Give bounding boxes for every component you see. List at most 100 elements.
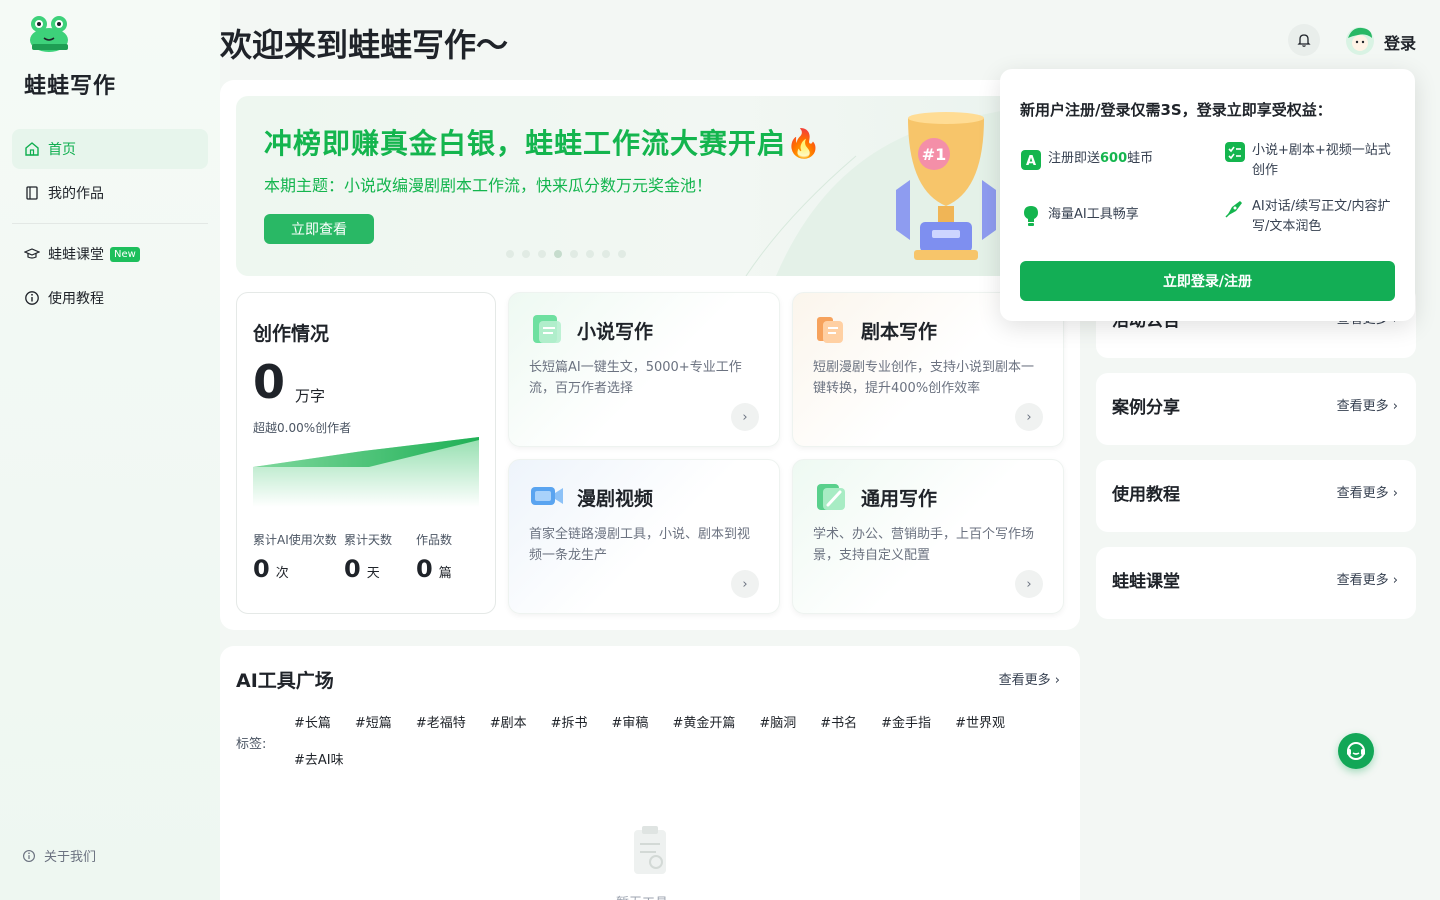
chevron-right-icon[interactable]: › bbox=[731, 570, 759, 598]
about-us-link[interactable]: 关于我们 bbox=[22, 846, 96, 865]
carousel-dots bbox=[506, 250, 626, 258]
benefit-ai-writing: AI对话/续写正文/内容扩写/文本润色 bbox=[1224, 197, 1399, 237]
tag-item[interactable]: #金手指 bbox=[881, 714, 931, 733]
card-desc: 长短篇AI一键生文，5000+专业工作流，百万作者选择 bbox=[529, 360, 742, 396]
card-title: 剧本写作 bbox=[861, 321, 938, 343]
lightbulb-icon bbox=[1024, 206, 1038, 226]
carousel-dot[interactable] bbox=[522, 250, 530, 258]
info-icon bbox=[23, 849, 35, 862]
svg-text:A: A bbox=[1026, 154, 1036, 169]
script-icon bbox=[817, 317, 843, 343]
carousel-dot[interactable] bbox=[602, 250, 610, 258]
headset-icon bbox=[1347, 742, 1365, 760]
login-button[interactable]: 登录 bbox=[1384, 30, 1416, 54]
exceed-ratio: 超越0.00%创作者 bbox=[253, 421, 352, 435]
chevron-right-icon[interactable]: › bbox=[731, 403, 759, 431]
customer-service-button[interactable] bbox=[1338, 733, 1374, 769]
carousel-dot[interactable] bbox=[570, 250, 578, 258]
tag-item[interactable]: #脑洞 bbox=[759, 714, 796, 733]
view-more-link[interactable]: 查看更多 › bbox=[1337, 569, 1398, 588]
view-more-link[interactable]: 查看更多 › bbox=[1337, 482, 1398, 501]
pen-icon bbox=[817, 484, 845, 510]
carousel-dot[interactable] bbox=[506, 250, 514, 258]
carousel-dot[interactable] bbox=[618, 250, 626, 258]
banner-title: 冲榜即赚真金白银，蛙蛙工作流大赛开启🔥 bbox=[264, 127, 822, 160]
benefit-tools: 海量AI工具畅享 bbox=[1020, 205, 1210, 227]
letter-a-icon: A bbox=[1021, 150, 1041, 170]
ai-tools-plaza: AI工具广场 查看更多 › 标签: #长篇 #短篇 #老福特 #剧本 #拆书 #… bbox=[220, 646, 1080, 900]
carousel-dot[interactable] bbox=[538, 250, 546, 258]
tag-item[interactable]: #黄金开篇 bbox=[672, 714, 735, 733]
sidebar-item-tutorial[interactable]: 使用教程 bbox=[12, 278, 208, 318]
ai-usage-label: 累计AI使用次数 bbox=[253, 533, 337, 547]
sidebar-item-label: 使用教程 bbox=[48, 291, 104, 307]
tag-item[interactable]: #去AI味 bbox=[294, 751, 344, 770]
home-icon bbox=[25, 142, 39, 156]
sidebar: 蛙蛙写作 首页 我的作品 蛙蛙课堂 New 使用教程 关于我们 bbox=[0, 0, 220, 900]
general-writing-card[interactable]: 通用写作 学术、办公、营销助手，上百个写作场景，支持自定义配置 › bbox=[792, 459, 1064, 614]
tag-item[interactable]: #剧本 bbox=[490, 714, 527, 733]
classroom-card[interactable]: 蛙蛙课堂 查看更多 › bbox=[1096, 547, 1416, 619]
graduation-cap-icon bbox=[24, 248, 40, 259]
sidebar-item-label: 我的作品 bbox=[48, 186, 104, 202]
sidebar-item-home[interactable]: 首页 bbox=[12, 129, 208, 169]
tag-item[interactable]: #短篇 bbox=[355, 714, 392, 733]
tag-item[interactable]: #长篇 bbox=[294, 714, 331, 733]
benefit-coins: A 注册即送600蛙币 bbox=[1020, 149, 1210, 171]
avatar[interactable] bbox=[1344, 24, 1376, 56]
works-label: 作品数 bbox=[416, 533, 453, 547]
card-desc: 短剧漫剧专业创作，支持小说到剧本一键转换，提升400%创作效率 bbox=[813, 360, 1035, 396]
trophy-icon: #1 bbox=[896, 112, 996, 260]
chevron-right-icon[interactable]: › bbox=[1015, 570, 1043, 598]
empty-state-text: 暂无工具 bbox=[616, 892, 668, 900]
card-title: 案例分享 bbox=[1112, 398, 1180, 418]
chevron-right-icon[interactable]: › bbox=[1015, 403, 1043, 431]
benefit-one-stop: 小说+剧本+视频一站式创作 bbox=[1224, 141, 1399, 181]
empty-clipboard-icon bbox=[634, 826, 666, 874]
notification-button[interactable] bbox=[1288, 24, 1320, 56]
brand-name: 蛙蛙写作 bbox=[24, 74, 117, 99]
promo-banner[interactable]: 冲榜即赚真金白银，蛙蛙工作流大赛开启🔥 本期主题：小说改编漫剧剧本工作流，快来瓜… bbox=[236, 96, 1064, 276]
tag-item[interactable]: #世界观 bbox=[955, 714, 1005, 733]
view-more-link[interactable]: 查看更多 › bbox=[1337, 395, 1398, 414]
checklist-icon bbox=[1225, 142, 1245, 162]
card-title: 使用教程 bbox=[1112, 485, 1180, 505]
sidebar-item-classroom[interactable]: 蛙蛙课堂 New bbox=[12, 234, 208, 274]
sidebar-item-label: 蛙蛙课堂 bbox=[48, 247, 104, 263]
tags-label: 标签: bbox=[236, 737, 267, 752]
carousel-dot[interactable] bbox=[586, 250, 594, 258]
card-title: 蛙蛙课堂 bbox=[1112, 572, 1180, 592]
sidebar-item-my-works[interactable]: 我的作品 bbox=[12, 173, 208, 213]
bell-icon bbox=[1297, 34, 1311, 47]
tutorial-card[interactable]: 使用教程 查看更多 › bbox=[1096, 460, 1416, 532]
view-more-link[interactable]: 查看更多 › bbox=[999, 669, 1060, 688]
tag-item[interactable]: #书名 bbox=[820, 714, 857, 733]
comic-video-card[interactable]: 漫剧视频 首家全链路漫剧工具，小说、剧本到视频一条龙生产 › bbox=[508, 459, 780, 614]
view-now-button[interactable]: 立即查看 bbox=[264, 214, 374, 244]
new-badge: New bbox=[110, 246, 140, 262]
word-count-unit: 万字 bbox=[295, 387, 326, 405]
pen-nib-icon bbox=[1225, 201, 1242, 218]
about-label: 关于我们 bbox=[44, 850, 97, 865]
banner-subtitle: 本期主题：小说改编漫剧剧本工作流，快来瓜分数万元奖金池！ bbox=[264, 176, 713, 195]
stats-title: 创作情况 bbox=[253, 323, 330, 345]
login-register-button[interactable]: 立即登录/注册 bbox=[1020, 261, 1395, 301]
book-icon bbox=[26, 186, 38, 200]
info-icon bbox=[25, 291, 39, 305]
creation-stats-card: 创作情况 0 万字 超越0.00%创作者 累计AI使用次数 累计天数 作品数 0… bbox=[236, 292, 496, 614]
card-title: 通用写作 bbox=[861, 488, 938, 510]
card-title: 小说写作 bbox=[577, 321, 654, 343]
tag-item[interactable]: #老福特 bbox=[416, 714, 466, 733]
tag-item[interactable]: #审稿 bbox=[612, 714, 649, 733]
card-title: 漫剧视频 bbox=[577, 488, 654, 510]
case-sharing-card[interactable]: 案例分享 查看更多 › bbox=[1096, 373, 1416, 445]
section-title: AI工具广场 bbox=[236, 670, 334, 692]
tag-item[interactable]: #拆书 bbox=[551, 714, 588, 733]
carousel-dot[interactable] bbox=[554, 250, 562, 258]
novel-icon bbox=[533, 315, 561, 343]
tag-list: #长篇 #短篇 #老福特 #剧本 #拆书 #审稿 #黄金开篇 #脑洞 #书名 #… bbox=[294, 714, 1034, 770]
days-value: 0天 bbox=[344, 555, 380, 583]
frog-logo-icon[interactable] bbox=[26, 14, 72, 54]
sidebar-divider bbox=[12, 223, 208, 224]
novel-writing-card[interactable]: 小说写作 长短篇AI一键生文，5000+专业工作流，百万作者选择 › bbox=[508, 292, 780, 447]
